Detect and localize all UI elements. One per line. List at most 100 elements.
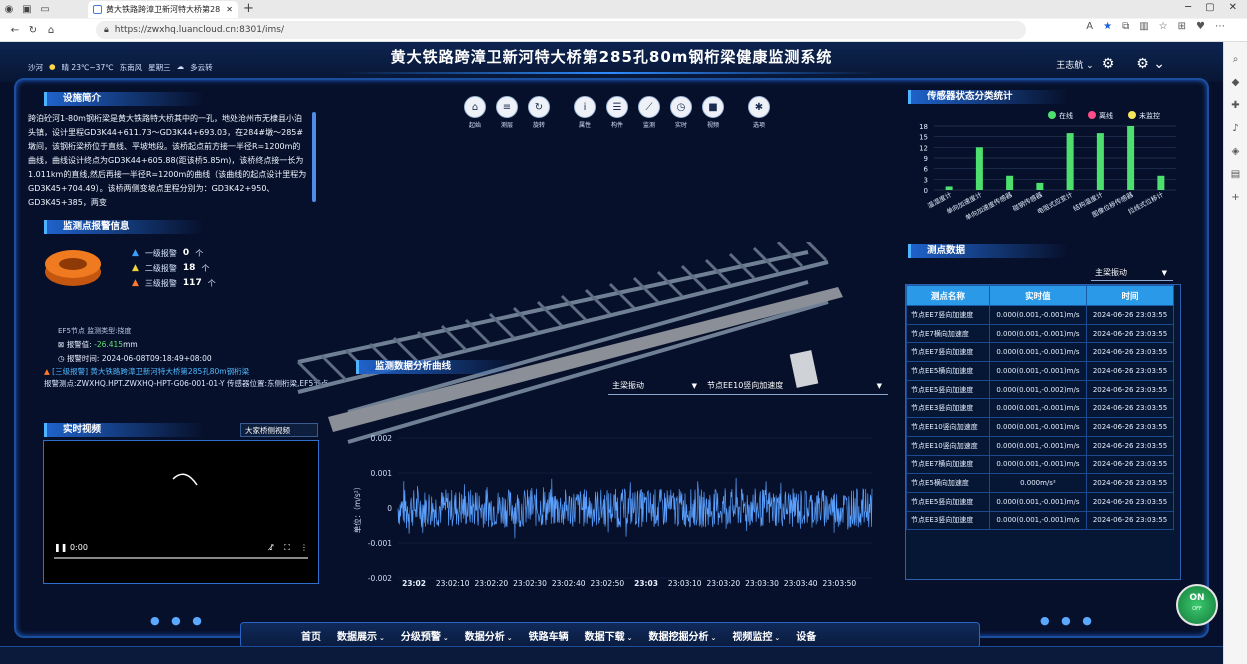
read-aloud-icon[interactable]: A — [1086, 21, 1093, 32]
alarm-level-2[interactable]: ▲ 二级报警 18 个 — [132, 261, 216, 276]
table-row[interactable]: 节点EE5竖向加速度 0.000(0.001,-0.002)m/s 2024-06-… — [906, 379, 1175, 400]
video-progress[interactable] — [54, 557, 308, 559]
table-row[interactable]: 节点E5横向加速度 0.000m/s² 2024-06-26 23:03:55 — [906, 473, 1175, 493]
table-row[interactable]: 节点EE7竖向加速度 0.000(0.001,-0.001)m/s 2024-06-… — [906, 342, 1175, 363]
split-icon[interactable]: ▥ — [1139, 21, 1148, 32]
table-row[interactable]: 节点EE7横向加速度 0.000(0.001,-0.001)m/s 2024-06-… — [906, 454, 1175, 475]
table-row[interactable]: 节点EE5横向加速度 0.000(0.001,-0.001)m/s 2024-06-… — [906, 361, 1175, 381]
toolbar-home-button[interactable]: ⌂ 起始 — [462, 96, 488, 129]
toolbar-realtime-button[interactable]: ◷ 实时 — [668, 96, 694, 129]
table-cell: 2024-06-26 23:03:55 — [1085, 435, 1175, 456]
browser-tab[interactable]: 黄大铁路跨漳卫新河特大桥第28 ✕ — [88, 1, 238, 18]
table-row[interactable]: 节点EE7竖向加速度 0.000(0.001,-0.001)m/s 2024-06-… — [906, 305, 1175, 325]
back-icon[interactable]: ← — [6, 22, 24, 38]
user-menu[interactable]: 王志航 ⌄ — [1056, 58, 1093, 71]
favorites-icon[interactable]: ☆ — [1159, 21, 1168, 32]
intro-title: 设施简介 — [44, 92, 204, 106]
legend-swatch — [1128, 111, 1136, 119]
table-row[interactable]: 节点EE3竖向加速度 0.000(0.001,-0.001)m/s 2024-06-… — [906, 510, 1175, 531]
video-player[interactable]: ❚❚ 0:00 ♪̸ ⛶ ⋮ — [43, 440, 319, 584]
intro-scrollbar[interactable] — [312, 112, 316, 202]
nav-item[interactable]: 数据展示 ⌄ — [337, 628, 385, 643]
tools-icon[interactable]: ✚ — [1224, 100, 1247, 111]
browser-essentials-icon[interactable]: ♥ — [1196, 21, 1205, 32]
refresh-icon[interactable]: ↻ — [24, 22, 42, 38]
table-row[interactable]: 节点EE3竖向加速度 0.000(0.001,-0.001)m/s 2024-06-… — [906, 398, 1175, 419]
home-browser-icon[interactable]: ⌂ — [42, 22, 60, 38]
toolbar-monitor-button[interactable]: ⟋ 监测 — [636, 96, 662, 129]
more-icon[interactable]: ⋯ — [1215, 21, 1225, 32]
favorite-star-icon[interactable]: ★ — [1103, 21, 1112, 32]
settings-gear-icon[interactable]: ⚙ — [1102, 56, 1115, 72]
measure-select[interactable]: 主梁振动 ▼ — [1091, 265, 1173, 281]
truss-member — [392, 336, 420, 364]
toolbar-info-button[interactable]: i 属性 — [572, 96, 598, 129]
legend-swatch — [1048, 111, 1056, 119]
new-tab-button[interactable]: + — [243, 1, 254, 16]
toolbar-list-button[interactable]: ≡ 测层 — [494, 96, 520, 129]
games-icon[interactable]: ♪ — [1224, 123, 1247, 134]
toolbar-options-button[interactable]: ✱ 选项 — [746, 96, 772, 129]
lock-icon: 🔒︎ — [104, 25, 109, 35]
column-header[interactable]: 测点名称 — [906, 285, 990, 306]
address-bar[interactable]: 🔒︎ https://zwxhq.luancloud.cn:8301/ims/ — [96, 21, 1026, 39]
component-icon: ☰ — [606, 96, 628, 118]
pause-icon[interactable]: ❚❚ 0:00 — [54, 543, 88, 553]
alarm-link[interactable]: 黄大铁路跨漳卫新河特大桥第285孔80m钢桁梁 — [90, 367, 249, 376]
maximize-icon[interactable]: ▢ — [1205, 2, 1214, 13]
nav-item[interactable]: 分级预警 ⌄ — [401, 628, 449, 643]
video-more-icon[interactable]: ⋮ — [300, 543, 308, 552]
table-row[interactable]: 节点E7横向加速度 0.000(0.001,-0.001)m/s 2024-06-2… — [906, 323, 1175, 344]
decor-dots-left: ● ● ● — [150, 614, 206, 627]
sensor-status-chart[interactable]: 在线 离线 未监控0369121518温湿度计单向加速度计单向加速度传感器碰钢传感器… — [906, 110, 1182, 230]
nav-item[interactable]: 数据分析 ⌄ — [465, 628, 513, 643]
weekday-text: 星期三 — [148, 63, 171, 72]
alarm-level-3[interactable]: ▲ 三级报警 117 个 — [132, 276, 216, 291]
toolbar-rotate-button[interactable]: ↻ 旋转 — [526, 96, 552, 129]
nav-item[interactable]: 数据下载 ⌄ — [585, 628, 633, 643]
bar — [1006, 175, 1014, 190]
table-row[interactable]: 节点EE10竖向加速度 0.000(0.001,-0.001)m/s 2024-06… — [906, 435, 1175, 456]
favicon-icon — [93, 5, 102, 14]
intro-text: 跨泊砼河1-80m钢桁梁是黄大铁路特大桥其中的一孔，地处沧州市无棣县小泊头镇，设… — [28, 114, 307, 207]
table-row[interactable]: 节点EE10竖向加速度 0.000(0.001,-0.001)m/s 2024-06… — [906, 417, 1175, 437]
admin-gear-icon[interactable]: ⚙ ⌄ — [1136, 56, 1165, 72]
add-sidebar-icon[interactable]: + — [1224, 192, 1247, 203]
user-area: 王志航 ⌄ ⚙ ⚙ ⌄ — [1056, 56, 1165, 72]
x-tick-label: 23:02:10 — [436, 579, 470, 588]
minimize-icon[interactable]: ─ — [1185, 2, 1191, 13]
collections-icon[interactable]: ▣ — [18, 1, 36, 17]
mute-icon[interactable]: ♪̸ — [269, 543, 274, 552]
toolbar-component-button[interactable]: ☰ 构件 — [604, 96, 630, 129]
shopping-icon[interactable]: ◆ — [1224, 77, 1247, 88]
close-window-icon[interactable]: ✕ — [1229, 2, 1237, 13]
extensions-icon[interactable]: ⧉ — [1122, 21, 1129, 32]
nav-item[interactable]: 数据挖掘分析 ⌄ — [649, 628, 717, 643]
column-header[interactable]: 时间 — [1085, 285, 1175, 306]
office-icon[interactable]: ◈ — [1224, 146, 1247, 157]
nav-item[interactable]: 设备 — [796, 628, 816, 643]
nav-item[interactable]: 首页 — [301, 628, 321, 643]
power-toggle-button[interactable]: ON OFF — [1176, 584, 1218, 626]
collections-btn-icon[interactable]: ⊞ — [1178, 21, 1186, 32]
profile-icon[interactable]: ◉ — [0, 1, 18, 17]
y-tick-label: 0 — [924, 187, 928, 195]
curve-chart[interactable]: 0.002 0.001 0 -0.001 -0.002 单位：（m/s²） 23:02 23:… — [340, 368, 885, 588]
column-header[interactable]: 实时值 — [988, 285, 1087, 306]
outlook-icon[interactable]: ▤ — [1224, 169, 1247, 180]
alarm-level-1[interactable]: ▲ 一级报警 0 个 — [132, 246, 216, 261]
table-row[interactable]: 节点EE5竖向加速度 0.000(0.001,-0.001)m/s 2024-06-… — [906, 491, 1175, 512]
y-tick-label: 18 — [919, 123, 928, 131]
home-icon: ⌂ — [464, 96, 486, 118]
toolbar-label: 构件 — [610, 122, 623, 129]
nav-item[interactable]: 铁路车辆 — [529, 628, 569, 643]
table-cell: 2024-06-26 23:03:55 — [1085, 361, 1175, 381]
fullscreen-icon[interactable]: ⛶ — [284, 543, 290, 552]
nav-item[interactable]: 视频监控 ⌄ — [732, 628, 780, 643]
table-cell: 0.000(0.001,-0.002)m/s — [988, 379, 1087, 400]
close-tab-icon[interactable]: ✕ — [226, 5, 233, 14]
search-sidebar-icon[interactable]: ⌕ — [1224, 54, 1247, 65]
toolbar-video-button[interactable]: ■ 视频 — [700, 96, 726, 129]
chevron-down-icon: ⌄ — [626, 633, 633, 642]
tab-actions-icon[interactable]: ▭ — [36, 1, 54, 17]
